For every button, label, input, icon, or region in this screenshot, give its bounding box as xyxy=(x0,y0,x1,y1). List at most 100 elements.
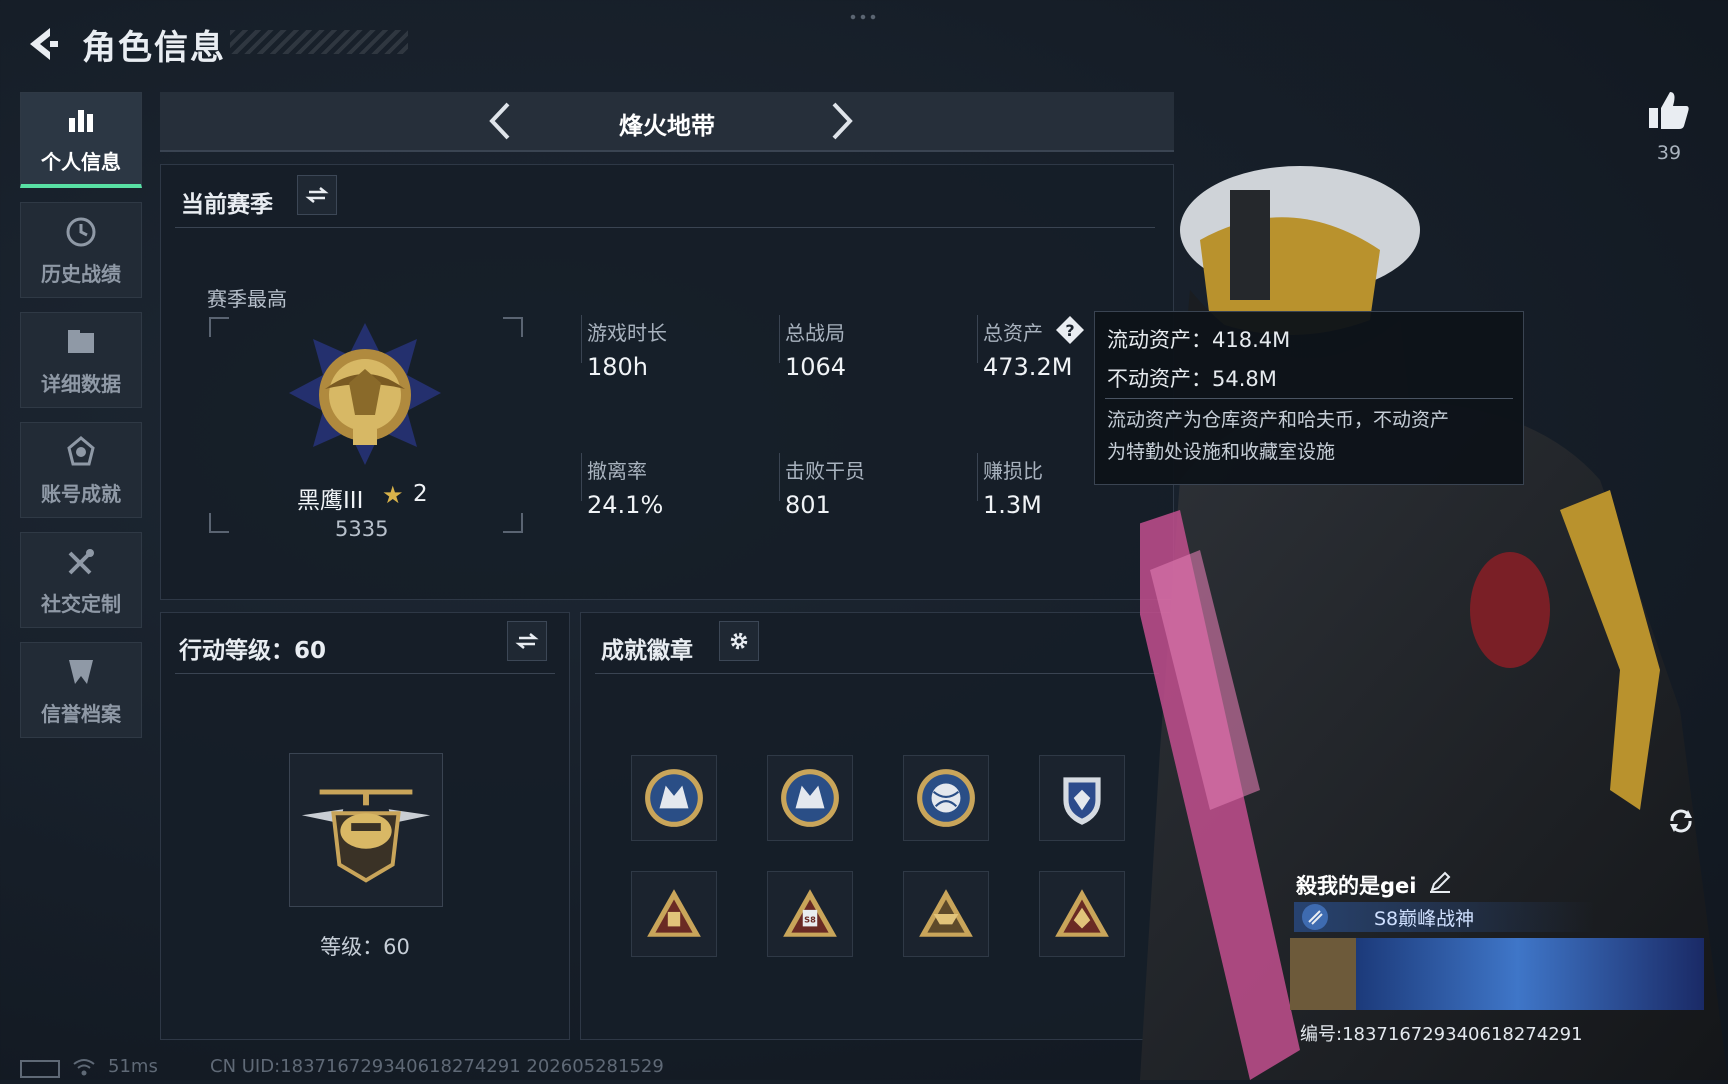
divider xyxy=(779,453,780,501)
achievement-badge[interactable] xyxy=(903,871,989,957)
gear-icon xyxy=(730,632,748,650)
sidebar-item-label: 历史战绩 xyxy=(41,261,121,286)
frame-corner xyxy=(503,317,523,337)
mode-selector: 烽火地带 xyxy=(160,92,1174,152)
clock-icon xyxy=(66,217,96,246)
divider xyxy=(175,227,1155,228)
divider xyxy=(581,453,582,501)
triangle-badge-icon: S8 xyxy=(783,889,837,937)
sidebar-item-label: 信誉档案 xyxy=(41,701,121,726)
header-bar: 角色信息 xyxy=(0,0,1728,80)
stat-value: 473.2M xyxy=(983,353,1073,381)
tooltip-note-line2: 为特勤处设施和收藏室设施 xyxy=(1107,441,1336,463)
sidebar-item-label: 账号成就 xyxy=(41,481,121,506)
namecard-banner xyxy=(1290,938,1704,1010)
divider xyxy=(977,453,978,501)
rotate-icon[interactable] xyxy=(1666,806,1696,836)
stat-label: 总资产 xyxy=(983,321,1043,345)
rank-stars: 2 xyxy=(413,481,428,507)
divider xyxy=(581,315,582,363)
wolf-badge-icon xyxy=(781,769,839,827)
action-level-panel: 行动等级：60 等级：60 xyxy=(160,612,570,1040)
wolf-badge-icon xyxy=(645,769,703,827)
sidebar-item-reputation[interactable]: 信誉档案 xyxy=(20,642,142,738)
thumbs-up-icon[interactable] xyxy=(1646,88,1692,134)
bar-chart-icon xyxy=(69,110,93,132)
divider xyxy=(595,673,1159,674)
wifi-icon xyxy=(72,1056,96,1078)
drag-handle-icon xyxy=(848,14,880,20)
achievement-badge[interactable] xyxy=(631,755,717,841)
title-emblem-icon xyxy=(1300,902,1330,932)
achievement-badge[interactable] xyxy=(767,755,853,841)
frame-corner xyxy=(503,513,523,533)
triangle-badge-icon xyxy=(919,889,973,937)
divider xyxy=(175,673,555,674)
ping-text: 51ms xyxy=(108,1056,158,1077)
page-title: 角色信息 xyxy=(82,28,226,68)
switch-season-button[interactable] xyxy=(297,175,337,215)
triangle-badge-icon xyxy=(647,889,701,937)
mode-title: 烽火地带 xyxy=(619,112,715,140)
sidebar-item-achievements[interactable]: 账号成就 xyxy=(20,422,142,518)
tools-icon xyxy=(68,548,94,574)
sidebar-item-label: 社交定制 xyxy=(41,591,121,616)
rank-emblem-icon xyxy=(285,319,445,469)
player-title: S8巅峰战神 xyxy=(1374,908,1475,930)
stat-value: 24.1% xyxy=(587,491,664,519)
achievement-badge[interactable] xyxy=(1039,871,1125,957)
stat-value: 180h xyxy=(587,353,649,381)
player-namecard: 殺我的是gei S8巅峰战神 xyxy=(1290,866,1704,1016)
stat-label: 撤离率 xyxy=(587,459,647,483)
switch-level-button[interactable] xyxy=(507,621,547,661)
season-panel: 当前赛季 赛季最高 黑鹰III ★ 2 5335 游戏时长 180h 总战局 1… xyxy=(160,164,1174,600)
stat-label: 游戏时长 xyxy=(587,321,667,345)
uid-line: CN UID:183716729340618274291 20260528152… xyxy=(210,1056,664,1077)
badge-settings-button[interactable] xyxy=(719,621,759,661)
sidebar-item-social[interactable]: 社交定制 xyxy=(20,532,142,628)
frame-corner xyxy=(209,317,229,337)
divider xyxy=(779,315,780,363)
action-level-header: 行动等级：60 xyxy=(179,638,327,664)
stat-label: 赚损比 xyxy=(983,459,1043,483)
helicopter-emblem-icon xyxy=(301,789,431,883)
divider xyxy=(1105,398,1513,399)
tooltip-note-line1: 流动资产为仓库资产和哈夫币，不动资产 xyxy=(1107,409,1450,431)
help-icon[interactable]: ? xyxy=(1055,315,1085,345)
edit-pencil-icon[interactable] xyxy=(1428,870,1452,894)
sidebar-item-personal-info[interactable]: 个人信息 xyxy=(20,92,142,188)
level-emblem-frame xyxy=(289,753,443,907)
sidebar-item-history[interactable]: 历史战绩 xyxy=(20,202,142,298)
title-decoration xyxy=(230,30,408,54)
star-icon: ★ xyxy=(382,481,404,509)
shield-icon xyxy=(69,659,93,684)
stat-value: 1064 xyxy=(785,353,847,381)
achievement-badge[interactable] xyxy=(631,871,717,957)
sidebar-item-details[interactable]: 详细数据 xyxy=(20,312,142,408)
battery-icon xyxy=(20,1060,60,1078)
like-count: 39 xyxy=(1656,142,1682,164)
achievement-badge[interactable]: S8 xyxy=(767,871,853,957)
back-arrow-icon[interactable] xyxy=(20,22,64,66)
svg-text:S8: S8 xyxy=(804,914,816,924)
folder-icon xyxy=(68,329,94,353)
next-mode-chevron-icon[interactable] xyxy=(820,100,860,142)
asset-tooltip: 流动资产：418.4M 不动资产：54.8M 流动资产为仓库资产和哈夫币，不动资… xyxy=(1094,311,1524,485)
season-header: 当前赛季 xyxy=(181,192,273,218)
divider xyxy=(977,315,978,363)
sidebar-item-label: 详细数据 xyxy=(41,371,121,396)
stat-value: 1.3M xyxy=(983,491,1042,519)
svg-text:?: ? xyxy=(1065,321,1074,340)
achievement-badge[interactable] xyxy=(1039,755,1125,841)
season-best-label: 赛季最高 xyxy=(207,287,287,311)
level-text: 等级：60 xyxy=(320,935,410,959)
player-name: 殺我的是gei xyxy=(1296,874,1417,898)
achievement-badge[interactable] xyxy=(903,755,989,841)
stat-value: 801 xyxy=(785,491,831,519)
rank-name: 黑鹰III xyxy=(297,488,364,514)
stat-label: 击败干员 xyxy=(785,459,865,483)
achievements-header: 成就徽章 xyxy=(601,638,693,664)
tooltip-liquid: 流动资产：418.4M xyxy=(1107,328,1291,352)
frame-corner xyxy=(209,513,229,533)
stat-label: 总战局 xyxy=(785,321,845,345)
